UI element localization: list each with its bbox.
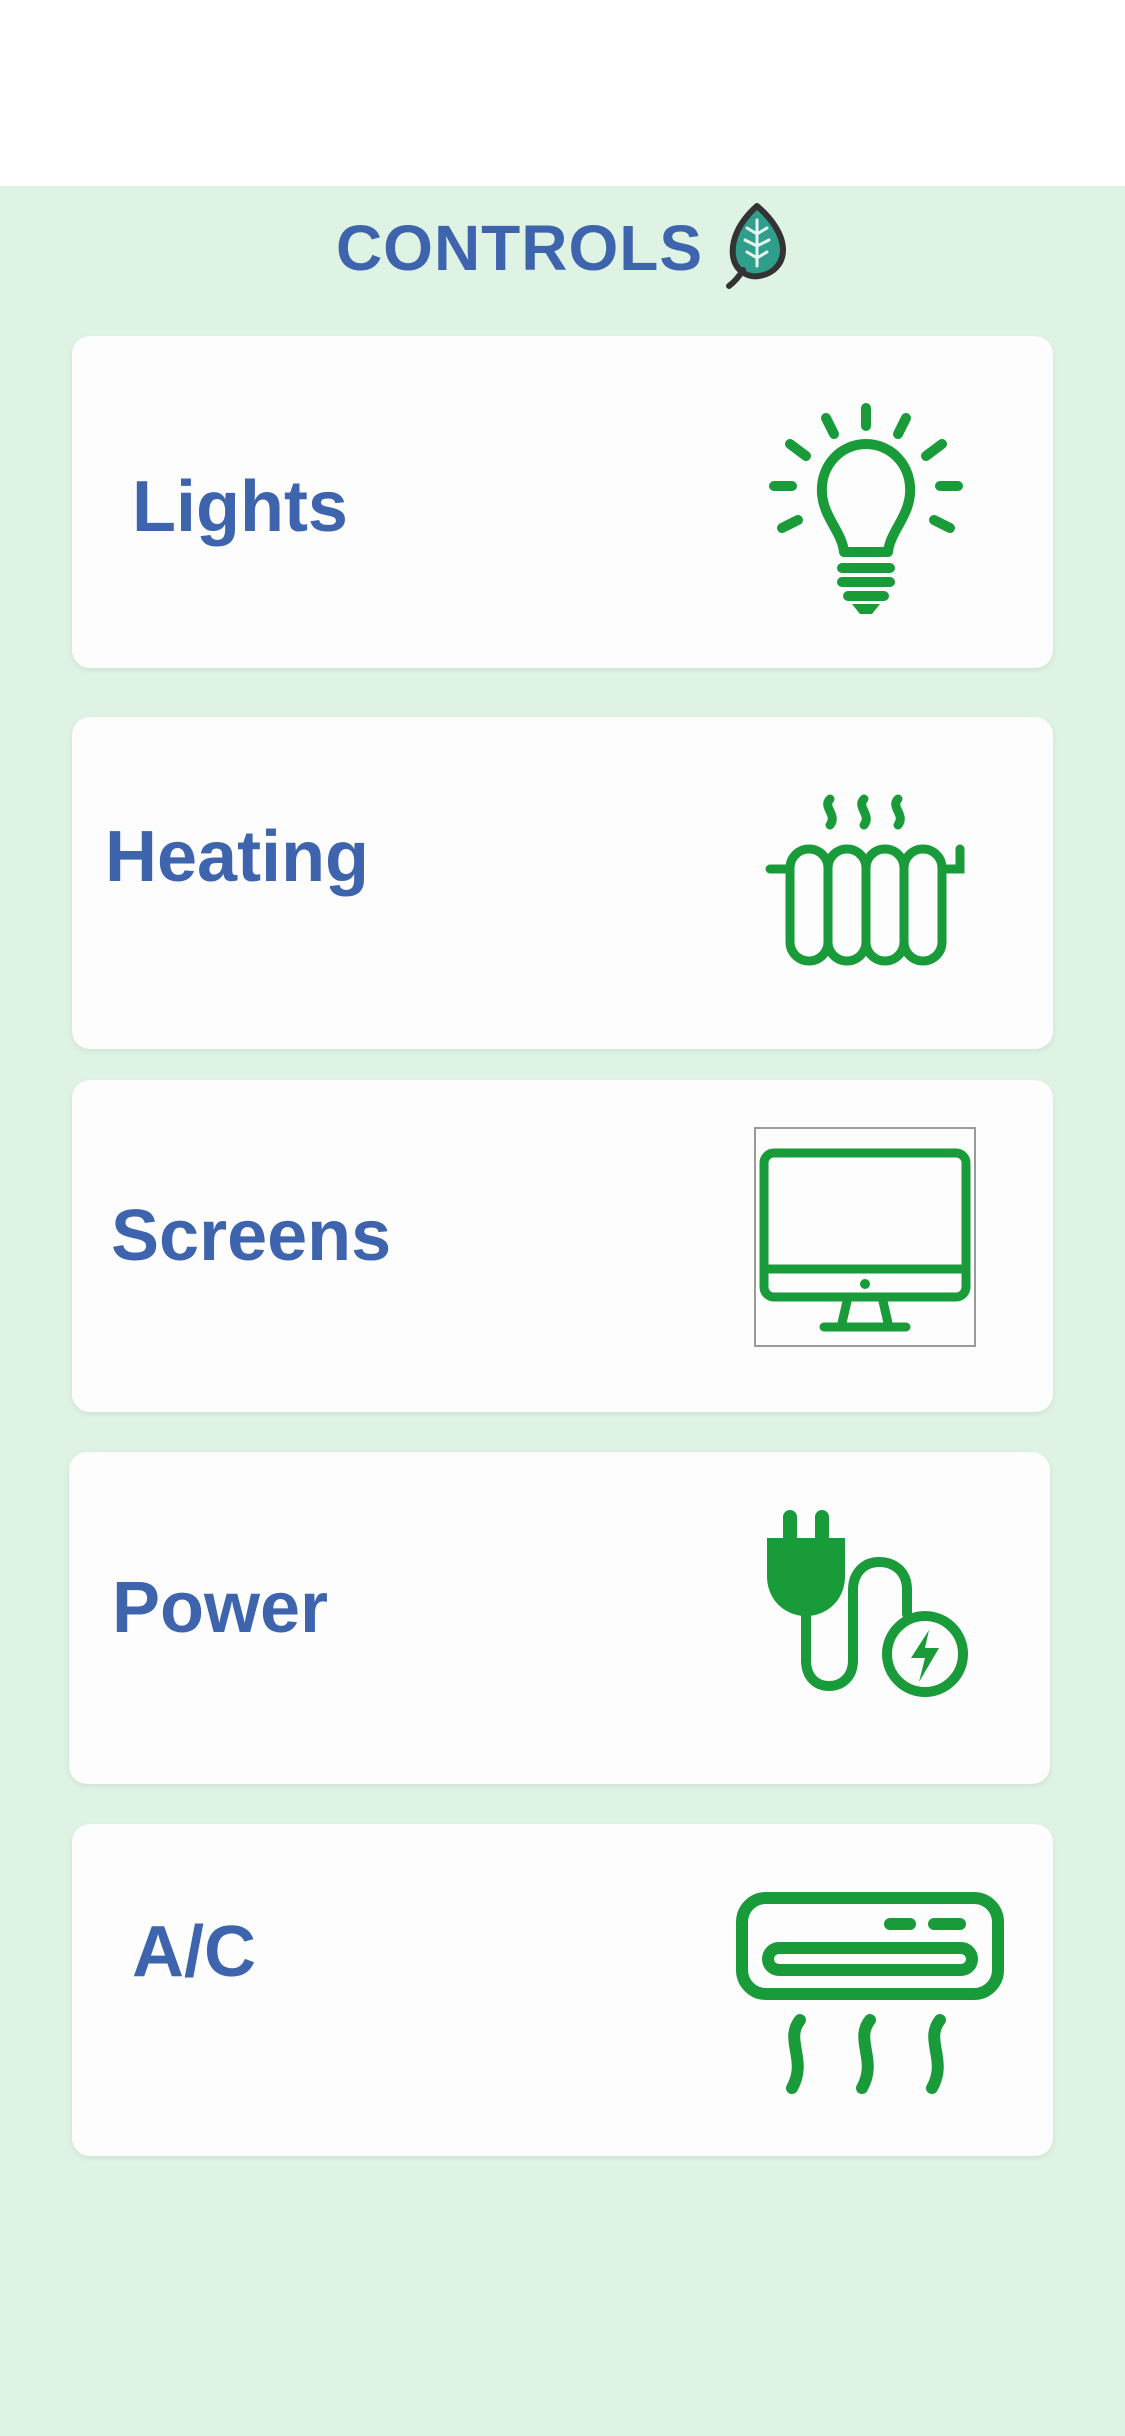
control-label-lights: Lights	[132, 467, 348, 547]
control-label-power: Power	[112, 1568, 329, 1648]
control-card-lights[interactable]: Lights	[72, 336, 1053, 668]
monitor-icon	[759, 1148, 971, 1332]
control-label-screens: Screens	[111, 1196, 392, 1276]
control-card-screens[interactable]: Screens	[72, 1080, 1053, 1412]
lightbulb-icon	[769, 403, 963, 614]
radiator-icon	[765, 794, 965, 966]
air-conditioner-icon	[736, 1892, 1004, 2094]
control-card-ac[interactable]: A/C	[72, 1824, 1053, 2156]
status-bar-area	[0, 0, 1125, 186]
control-card-heating[interactable]: Heating	[72, 717, 1053, 1049]
page-title: CONTROLS	[335, 212, 704, 284]
power-plug-icon	[767, 1510, 968, 1697]
control-label-ac: A/C	[132, 1912, 256, 1992]
leaf-icon	[726, 203, 787, 289]
control-card-power[interactable]: Power	[69, 1452, 1050, 1784]
page-header: CONTROLS	[0, 200, 1125, 296]
control-label-heating: Heating	[105, 817, 370, 897]
